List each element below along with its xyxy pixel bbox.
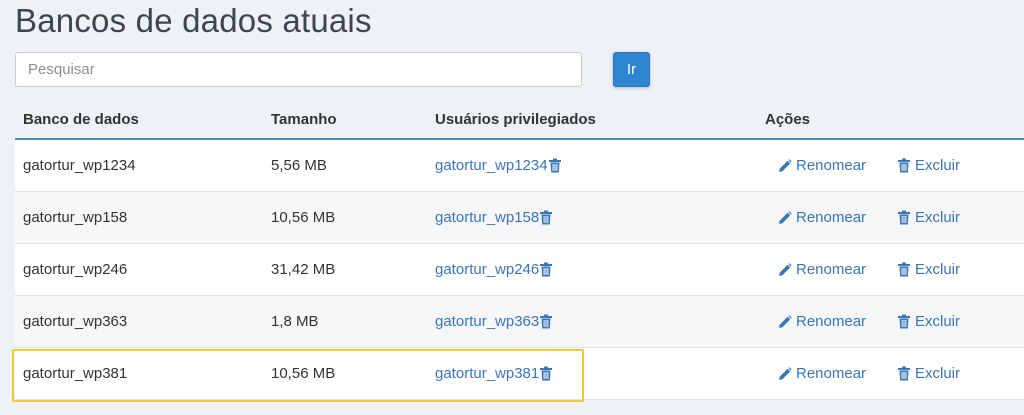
trash-icon[interactable] <box>539 314 553 329</box>
pencil-icon <box>778 210 792 225</box>
pencil-icon <box>778 158 792 173</box>
delete-button[interactable]: Excluir <box>897 209 960 226</box>
delete-button[interactable]: Excluir <box>897 365 960 382</box>
trash-icon[interactable] <box>539 366 553 381</box>
rename-button[interactable]: Renomear <box>778 313 866 330</box>
trash-icon <box>897 262 911 277</box>
pencil-icon <box>778 262 792 277</box>
rename-label: Renomear <box>796 365 867 382</box>
page-title: Bancos de dados atuais <box>15 2 372 39</box>
delete-label: Excluir <box>915 365 961 382</box>
trash-icon <box>897 366 911 381</box>
database-name: gatortur_wp246 <box>23 261 128 278</box>
rename-button[interactable]: Renomear <box>778 261 866 278</box>
table-row: gatortur_wp158 10,56 MB gatortur_wp158 R… <box>15 192 1024 244</box>
rename-label: Renomear <box>796 157 867 174</box>
table-row: gatortur_wp381 10,56 MB gatortur_wp381 R… <box>15 348 1024 400</box>
privileged-user-link[interactable]: gatortur_wp363 <box>435 313 539 330</box>
database-name: gatortur_wp1234 <box>23 157 136 174</box>
column-header-users: Usuários privilegiados <box>435 111 596 128</box>
trash-icon[interactable] <box>548 158 562 173</box>
database-size: 10,56 MB <box>271 209 336 226</box>
privileged-user-link[interactable]: gatortur_wp246 <box>435 261 539 278</box>
delete-label: Excluir <box>915 209 961 226</box>
go-button[interactable]: Ir <box>613 52 650 87</box>
pencil-icon <box>778 314 792 329</box>
delete-button[interactable]: Excluir <box>897 313 960 330</box>
database-name: gatortur_wp381 <box>23 365 128 382</box>
column-header-database: Banco de dados <box>23 111 139 128</box>
database-size: 31,42 MB <box>271 261 336 278</box>
trash-icon[interactable] <box>539 210 553 225</box>
rename-label: Renomear <box>796 261 867 278</box>
table-row: gatortur_wp1234 5,56 MB gatortur_wp1234 … <box>15 140 1024 192</box>
rename-button[interactable]: Renomear <box>778 157 866 174</box>
table-row: gatortur_wp363 1,8 MB gatortur_wp363 Ren… <box>15 296 1024 348</box>
delete-button[interactable]: Excluir <box>897 261 960 278</box>
delete-button[interactable]: Excluir <box>897 157 960 174</box>
delete-label: Excluir <box>915 313 961 330</box>
table-header: Banco de dados Tamanho Usuários privileg… <box>15 100 1024 140</box>
table-row: gatortur_wp246 31,42 MB gatortur_wp246 R… <box>15 244 1024 296</box>
column-header-size: Tamanho <box>271 111 337 128</box>
databases-table: Banco de dados Tamanho Usuários privileg… <box>15 100 1024 400</box>
rename-button[interactable]: Renomear <box>778 209 866 226</box>
rename-label: Renomear <box>796 209 867 226</box>
trash-icon <box>897 210 911 225</box>
pencil-icon <box>778 366 792 381</box>
trash-icon[interactable] <box>539 262 553 277</box>
privileged-user-link[interactable]: gatortur_wp1234 <box>435 157 548 174</box>
delete-label: Excluir <box>915 261 961 278</box>
search-input[interactable] <box>15 52 582 87</box>
trash-icon <box>897 158 911 173</box>
privileged-user-link[interactable]: gatortur_wp381 <box>435 365 539 382</box>
trash-icon <box>897 314 911 329</box>
database-size: 5,56 MB <box>271 157 327 174</box>
database-name: gatortur_wp158 <box>23 209 128 226</box>
database-size: 1,8 MB <box>271 313 319 330</box>
column-header-actions: Ações <box>765 111 811 128</box>
delete-label: Excluir <box>915 157 961 174</box>
rename-label: Renomear <box>796 313 867 330</box>
database-name: gatortur_wp363 <box>23 313 128 330</box>
privileged-user-link[interactable]: gatortur_wp158 <box>435 209 539 226</box>
database-size: 10,56 MB <box>271 365 336 382</box>
rename-button[interactable]: Renomear <box>778 365 866 382</box>
